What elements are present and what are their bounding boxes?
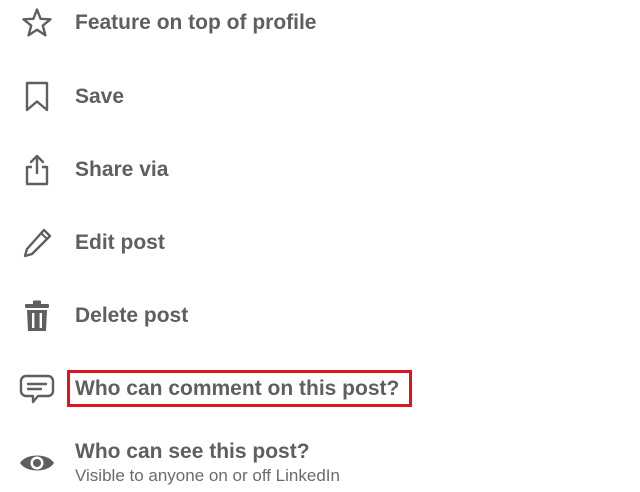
menu-item-sublabel: Visible to anyone on or off LinkedIn <box>75 466 340 485</box>
post-options-menu: Feature on top of profile Save Share via <box>0 0 640 492</box>
menu-item-share-via[interactable]: Share via <box>0 139 640 199</box>
bookmark-icon <box>19 79 55 115</box>
menu-item-who-can-comment[interactable]: Who can comment on this post? <box>0 358 640 418</box>
menu-item-delete-post[interactable]: Delete post <box>0 285 640 345</box>
menu-item-label: Edit post <box>75 231 165 254</box>
pencil-icon <box>19 225 55 261</box>
share-icon <box>19 152 55 188</box>
trash-icon <box>19 298 55 334</box>
menu-item-save[interactable]: Save <box>0 66 640 126</box>
menu-item-label: Save <box>75 85 125 108</box>
menu-item-label: Who can comment on this post? <box>75 377 400 400</box>
menu-item-feature-on-profile[interactable]: Feature on top of profile <box>0 0 640 60</box>
eye-icon <box>19 445 55 481</box>
menu-item-label: Who can see this post? <box>75 440 310 463</box>
comment-icon <box>19 371 55 407</box>
star-icon <box>19 5 55 41</box>
menu-item-label: Share via <box>75 158 169 181</box>
menu-item-edit-post[interactable]: Edit post <box>0 212 640 272</box>
menu-item-who-can-see[interactable]: Who can see this post? Visible to anyone… <box>0 432 640 492</box>
menu-item-label: Delete post <box>75 304 189 327</box>
menu-item-label: Feature on top of profile <box>75 11 317 34</box>
